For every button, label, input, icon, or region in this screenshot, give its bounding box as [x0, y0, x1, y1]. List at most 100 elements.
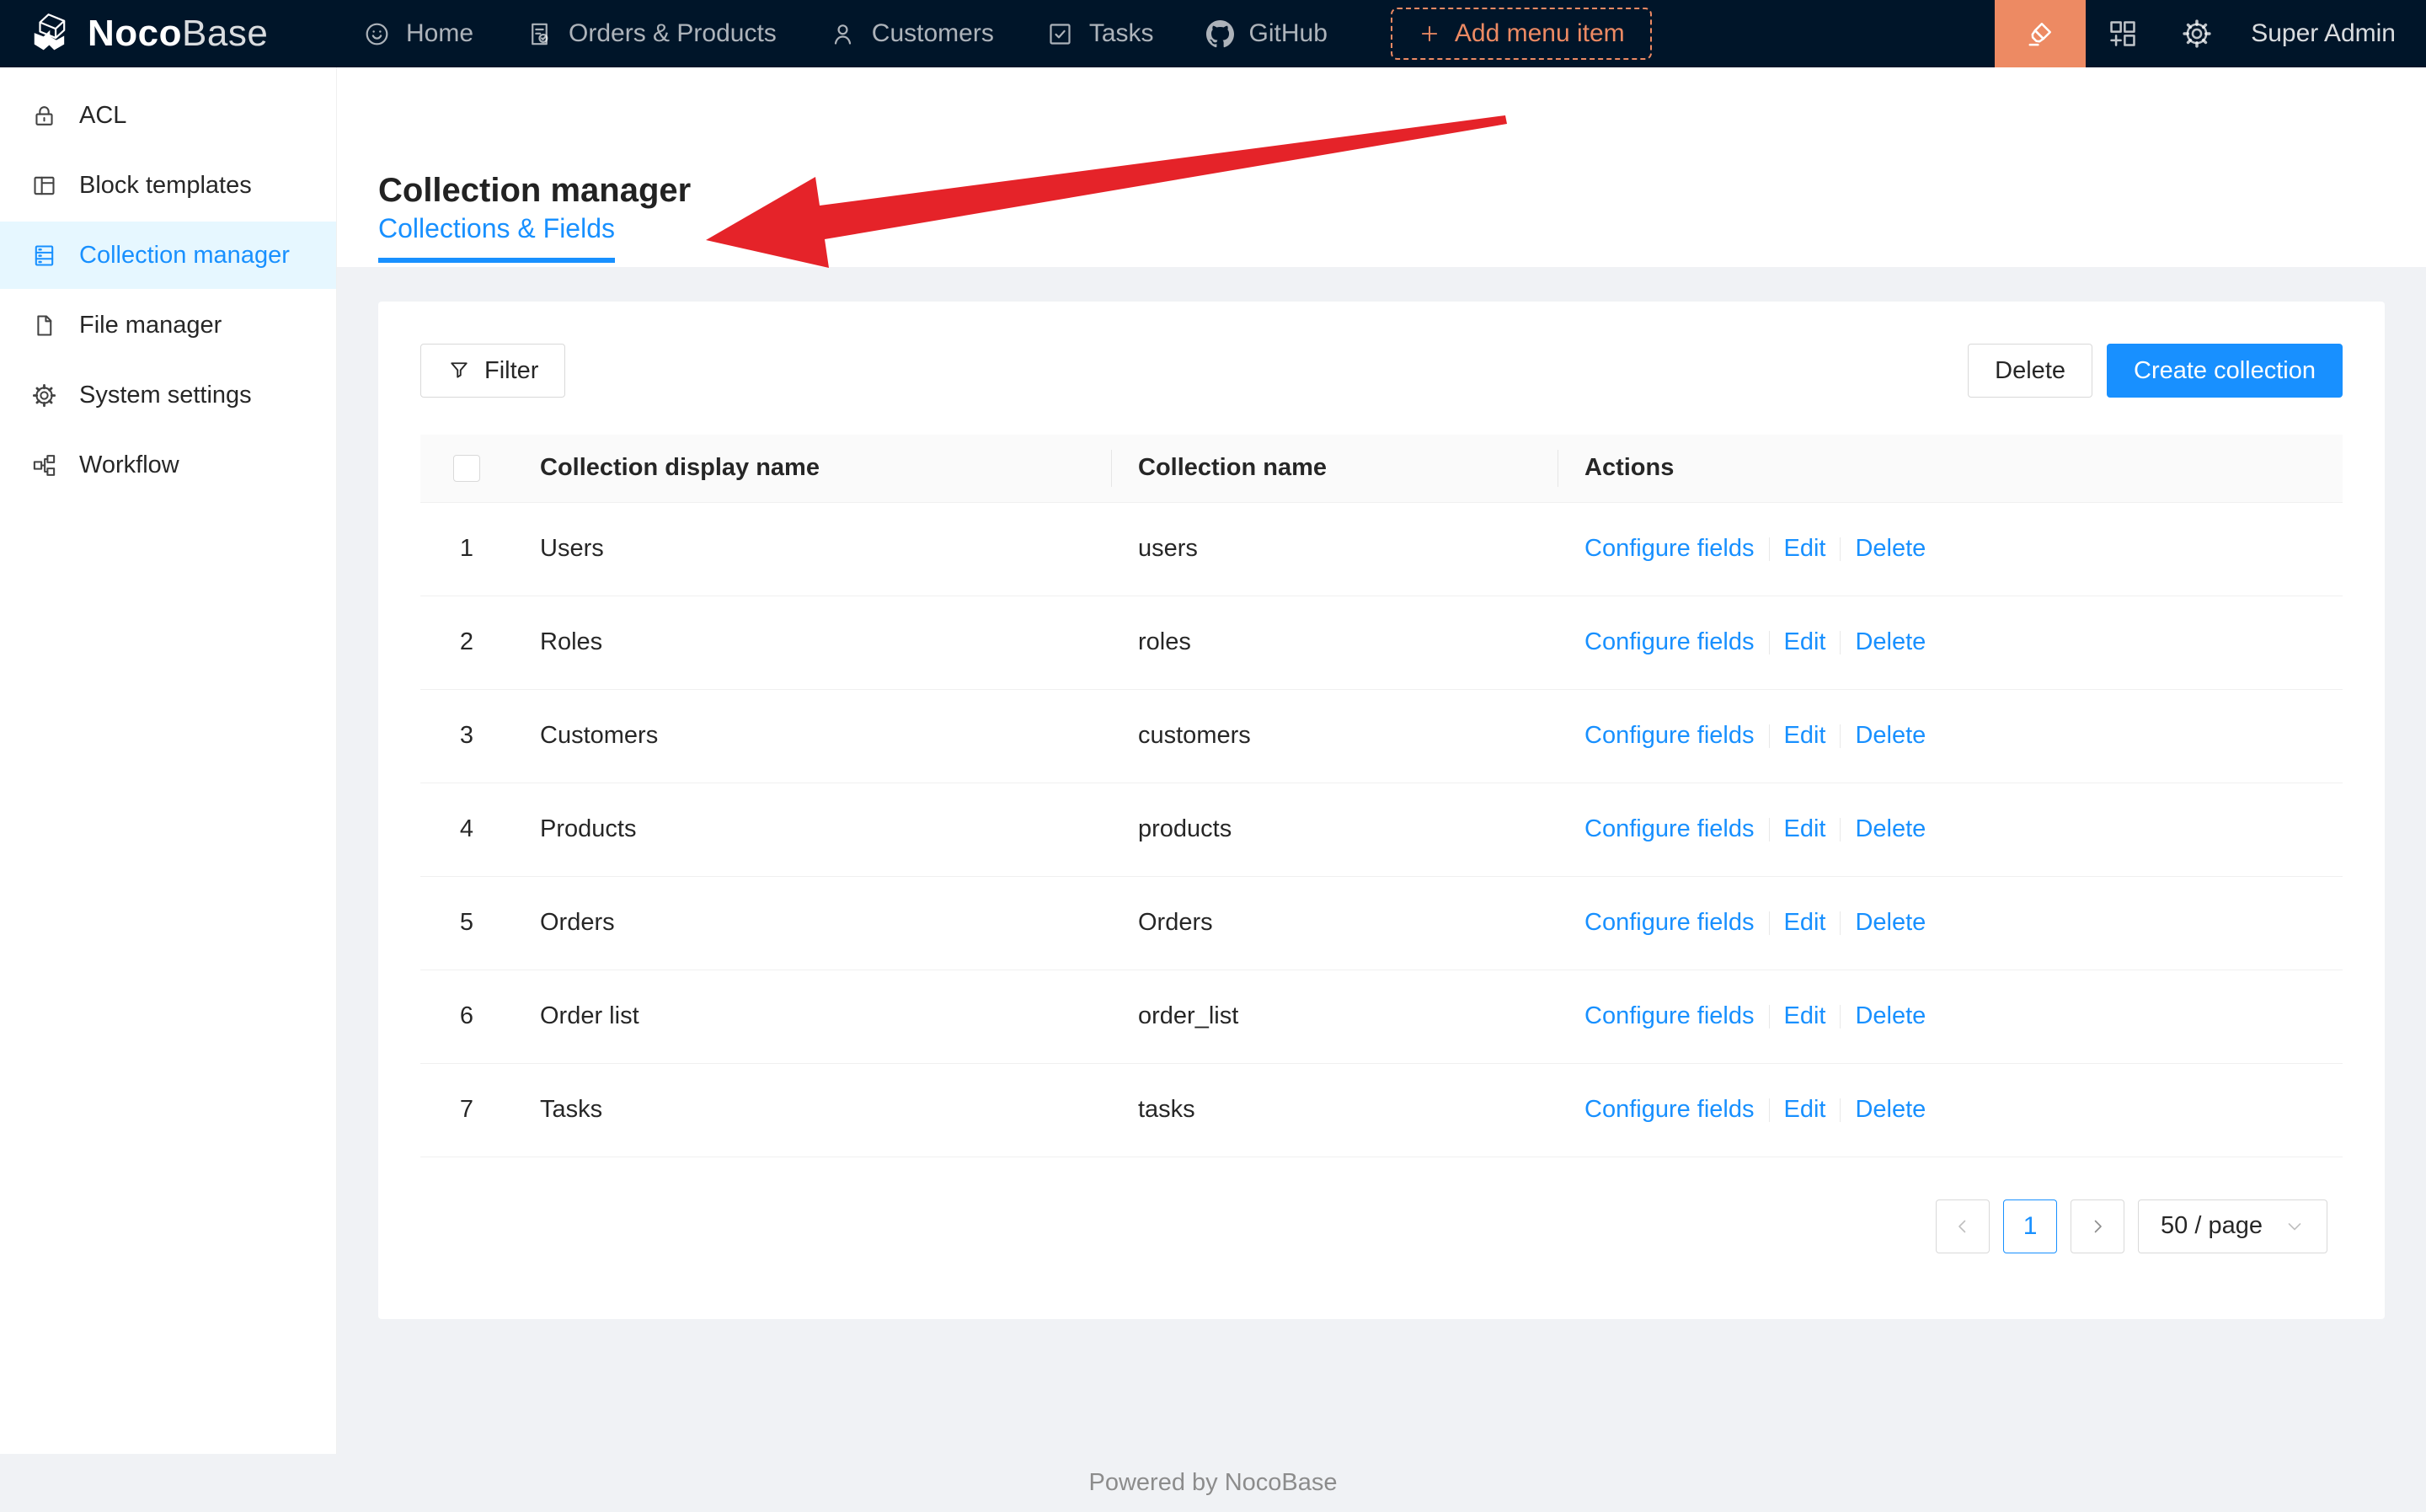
- table-toolbar: Filter Delete Create collection: [420, 344, 2343, 398]
- sidebar: ACL Block templates Collection manager F…: [0, 67, 337, 1454]
- row-index: 6: [420, 970, 513, 1063]
- tab-collections-fields[interactable]: Collections & Fields: [378, 213, 615, 263]
- delete-link[interactable]: Delete: [1855, 1096, 1926, 1123]
- row-index: 5: [420, 876, 513, 970]
- app-logo[interactable]: NocoBase: [0, 0, 337, 67]
- cell-collection-name: tasks: [1111, 1063, 1558, 1157]
- previous-page-button[interactable]: [1936, 1199, 1990, 1253]
- smile-icon: [363, 20, 391, 48]
- delete-button[interactable]: Delete: [1968, 344, 2092, 398]
- select-all-checkbox[interactable]: [453, 455, 480, 482]
- settings-button[interactable]: [2160, 0, 2234, 67]
- row-index: 7: [420, 1063, 513, 1157]
- configure-fields-link[interactable]: Configure fields: [1584, 628, 1755, 655]
- sidebar-item-label: ACL: [79, 102, 126, 130]
- nocobase-logo-icon: [29, 11, 74, 56]
- edit-link[interactable]: Edit: [1784, 815, 1826, 842]
- delete-link[interactable]: Delete: [1855, 909, 1926, 936]
- delete-link[interactable]: Delete: [1855, 535, 1926, 562]
- row-index: 4: [420, 783, 513, 876]
- nav-menu-item[interactable]: Orders & Products: [500, 0, 803, 67]
- edit-link[interactable]: Edit: [1784, 909, 1826, 936]
- table-row: 2 Roles roles Configure fieldsEditDelete: [420, 596, 2343, 689]
- action-divider: [1840, 1005, 1841, 1028]
- sidebar-item[interactable]: Workflow: [0, 431, 336, 499]
- pagination: 1 50 / page: [420, 1199, 2343, 1253]
- sidebar-item-label: System settings: [79, 382, 252, 409]
- page-number-button[interactable]: 1: [2003, 1199, 2057, 1253]
- sidebar-item-label: Block templates: [79, 172, 252, 200]
- configure-fields-link[interactable]: Configure fields: [1584, 909, 1755, 936]
- add-menu-item-button[interactable]: Add menu item: [1391, 8, 1652, 60]
- table-row: 5 Orders Orders Configure fieldsEditDele…: [420, 876, 2343, 970]
- configure-fields-link[interactable]: Configure fields: [1584, 1002, 1755, 1029]
- nav-menu-item-label: Customers: [872, 19, 994, 48]
- edit-link[interactable]: Edit: [1784, 628, 1826, 655]
- collections-table: Collection display name Collection name …: [420, 435, 2343, 1157]
- filter-icon: [447, 359, 471, 382]
- cell-actions: Configure fields Edit Delete: [1558, 970, 2343, 1063]
- nav-menu-item-label: Home: [406, 19, 473, 48]
- collections-card: Filter Delete Create collection Collecti…: [378, 302, 2385, 1319]
- sidebar-item-label: File manager: [79, 312, 222, 339]
- user-icon: [829, 20, 857, 48]
- next-page-button[interactable]: [2071, 1199, 2124, 1253]
- cell-display-name: Customers: [513, 689, 1111, 783]
- sidebar-item[interactable]: File manager: [0, 291, 336, 359]
- action-divider: [1840, 537, 1841, 561]
- nav-menu-item[interactable]: Customers: [803, 0, 1020, 67]
- tab-bar: Collections & Fields: [378, 213, 615, 263]
- table-row: 6 Order list order_list Configure fields…: [420, 970, 2343, 1063]
- delete-link[interactable]: Delete: [1855, 815, 1926, 842]
- user-menu[interactable]: Super Admin: [2234, 19, 2426, 48]
- action-divider: [1769, 537, 1770, 561]
- page-title: Collection manager: [378, 172, 691, 210]
- cell-display-name: Users: [513, 502, 1111, 596]
- configure-fields-link[interactable]: Configure fields: [1584, 535, 1755, 562]
- sidebar-item[interactable]: ACL: [0, 82, 336, 149]
- nav-menu-item[interactable]: GitHub: [1180, 0, 1354, 67]
- edit-link[interactable]: Edit: [1784, 722, 1826, 749]
- plugins-button[interactable]: [2086, 0, 2160, 67]
- cell-display-name: Tasks: [513, 1063, 1111, 1157]
- edit-link[interactable]: Edit: [1784, 1096, 1826, 1123]
- check-square-icon: [1046, 20, 1074, 48]
- action-divider: [1840, 818, 1841, 841]
- edit-link[interactable]: Edit: [1784, 1002, 1826, 1029]
- cell-actions: Configure fields Edit Delete: [1558, 1063, 2343, 1157]
- nav-menu-item[interactable]: Tasks: [1020, 0, 1180, 67]
- cell-actions: Configure fields Edit Delete: [1558, 502, 2343, 596]
- delete-link[interactable]: Delete: [1855, 722, 1926, 749]
- page-size-select[interactable]: 50 / page: [2138, 1199, 2327, 1253]
- toolbar-right: Delete Create collection: [1968, 344, 2343, 398]
- nav-menu-item-label: Tasks: [1089, 19, 1154, 48]
- setting-icon: [31, 382, 57, 409]
- edit-link[interactable]: Edit: [1784, 535, 1826, 562]
- table-header-row: Collection display name Collection name …: [420, 435, 2343, 502]
- main-menu: Home Orders & Products Customers Tasks G…: [337, 0, 1354, 67]
- sidebar-item[interactable]: Collection manager: [0, 222, 336, 289]
- create-collection-button[interactable]: Create collection: [2107, 344, 2343, 398]
- action-divider: [1769, 1098, 1770, 1122]
- chevron-right-icon: [2087, 1216, 2108, 1237]
- row-index: 2: [420, 596, 513, 689]
- cell-actions: Configure fields Edit Delete: [1558, 783, 2343, 876]
- filter-button-label: Filter: [484, 357, 538, 385]
- configure-fields-link[interactable]: Configure fields: [1584, 722, 1755, 749]
- chevron-down-icon: [2284, 1216, 2305, 1237]
- sidebar-item[interactable]: System settings: [0, 361, 336, 429]
- delete-link[interactable]: Delete: [1855, 628, 1926, 655]
- ui-editor-button[interactable]: [1995, 0, 2086, 67]
- nav-menu-item[interactable]: Home: [337, 0, 500, 67]
- cell-collection-name: customers: [1111, 689, 1558, 783]
- configure-fields-link[interactable]: Configure fields: [1584, 1096, 1755, 1123]
- lock-icon: [31, 103, 57, 129]
- cell-collection-name: Orders: [1111, 876, 1558, 970]
- tab-label: Collections & Fields: [378, 213, 615, 243]
- cell-collection-name: order_list: [1111, 970, 1558, 1063]
- delete-link[interactable]: Delete: [1855, 1002, 1926, 1029]
- table-row: 3 Customers customers Configure fieldsEd…: [420, 689, 2343, 783]
- configure-fields-link[interactable]: Configure fields: [1584, 815, 1755, 842]
- filter-button[interactable]: Filter: [420, 344, 565, 398]
- sidebar-item[interactable]: Block templates: [0, 152, 336, 219]
